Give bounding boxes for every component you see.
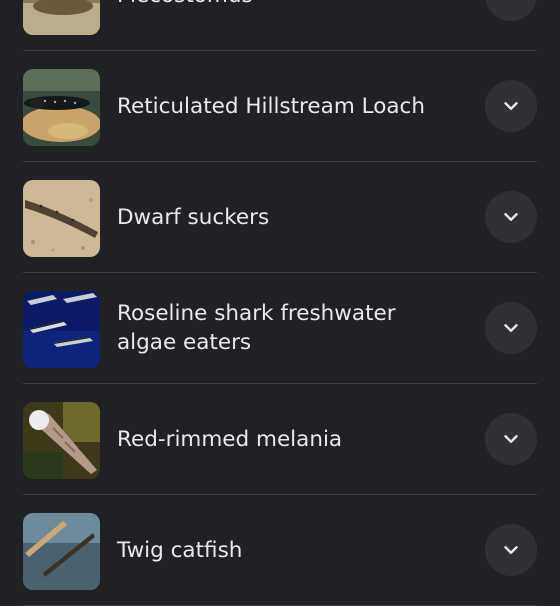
thumbnail-image	[23, 513, 100, 590]
chevron-down-icon	[504, 324, 518, 332]
expand-button[interactable]	[485, 0, 537, 21]
thumbnail-image	[23, 402, 100, 479]
list-item[interactable]: Reticulated Hillstream Loach	[23, 51, 537, 162]
expand-button[interactable]	[485, 524, 537, 576]
result-title: Dwarf suckers	[117, 204, 270, 230]
thumbnail-image	[23, 0, 100, 35]
expand-button[interactable]	[485, 80, 537, 132]
expand-button[interactable]	[485, 413, 537, 465]
result-title: Twig catfish	[117, 537, 243, 563]
chevron-down-icon	[500, 0, 522, 6]
list-item[interactable]: Plecostomus	[23, 0, 537, 51]
chevron-down-icon	[504, 213, 518, 221]
thumbnail-image	[23, 69, 100, 146]
expand-button[interactable]	[485, 191, 537, 243]
list-item[interactable]: Roseline shark freshwater algae eaters	[23, 273, 537, 384]
thumbnail-image	[23, 291, 100, 368]
expand-button[interactable]	[485, 302, 537, 354]
chevron-down-icon	[504, 102, 518, 110]
related-results-list: Plecostomus Reticulated Hillstream Loac	[0, 0, 560, 606]
chevron-down-icon	[504, 435, 518, 443]
result-title: Plecostomus	[117, 0, 455, 50]
chevron-down-icon	[504, 546, 518, 554]
list-item[interactable]: Red-rimmed melania	[23, 384, 537, 495]
list-item[interactable]: Twig catfish	[23, 495, 537, 606]
thumbnail-image	[23, 180, 100, 257]
result-title: Roseline shark freshwater algae eaters	[117, 301, 396, 355]
result-title: Red-rimmed melania	[117, 426, 343, 452]
list-item[interactable]: Dwarf suckers	[23, 162, 537, 273]
result-title: Reticulated Hillstream Loach	[117, 93, 425, 119]
